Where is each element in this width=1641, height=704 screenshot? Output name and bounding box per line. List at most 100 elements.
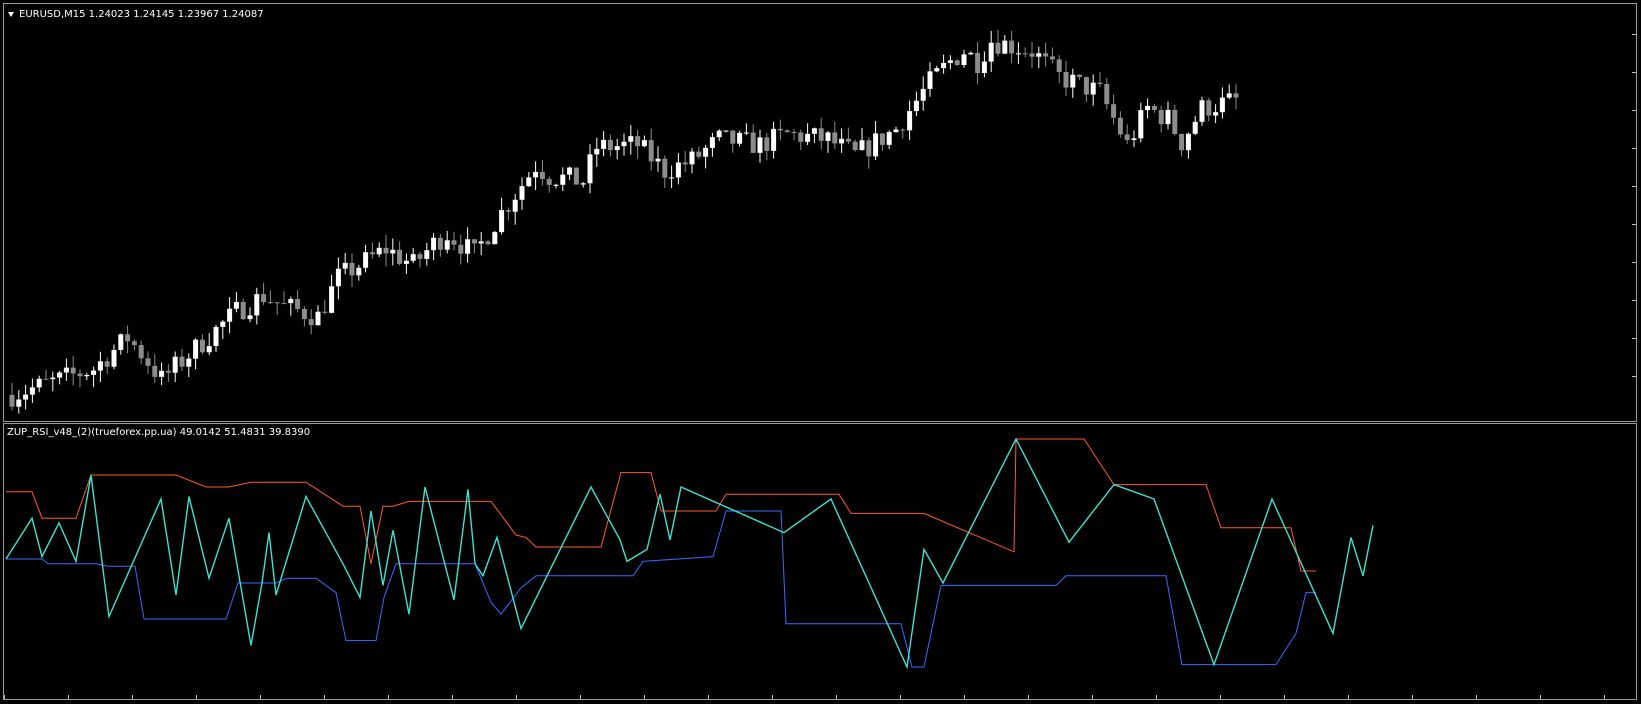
candle (607, 134, 613, 157)
time-tick (1156, 695, 1157, 699)
candle (553, 183, 559, 189)
candle (873, 120, 879, 161)
lower-line (6, 510, 1316, 668)
candle (594, 137, 600, 167)
candle (111, 344, 117, 370)
candle (777, 119, 783, 140)
candle (274, 302, 280, 315)
candle (703, 144, 709, 169)
candle (1117, 111, 1123, 138)
candle (757, 129, 763, 163)
candle (57, 370, 63, 385)
candle (893, 126, 899, 133)
candle (981, 51, 987, 78)
time-tick (1284, 695, 1285, 699)
candle (941, 54, 947, 74)
candle (397, 241, 403, 266)
candle (764, 133, 770, 161)
candle (329, 274, 335, 314)
price-tick (1632, 110, 1636, 111)
candle (635, 129, 641, 159)
candlestick-chart (9, 29, 1239, 414)
price-chart-panel[interactable]: EURUSD,M15 1.24023 1.24145 1.23967 1.240… (3, 3, 1637, 422)
candle (675, 153, 681, 185)
candle (179, 349, 185, 372)
candle (390, 238, 396, 266)
candle (104, 357, 110, 375)
candle (295, 290, 301, 313)
candle (805, 123, 811, 146)
price-tick (1632, 376, 1636, 377)
triangle-down-icon[interactable] (8, 11, 14, 17)
candle (410, 247, 416, 264)
candle (852, 139, 858, 152)
candle (1145, 98, 1151, 119)
candle (628, 125, 634, 155)
time-tick (644, 695, 645, 699)
candle (601, 131, 607, 157)
time-tick (1092, 695, 1093, 699)
time-tick (196, 695, 197, 699)
candle (961, 49, 967, 68)
candle (315, 305, 321, 326)
candle (866, 136, 872, 169)
candle (1158, 105, 1164, 133)
candle (1199, 96, 1205, 126)
time-tick (772, 695, 773, 699)
candle (1029, 41, 1035, 69)
time-tick (1220, 695, 1221, 699)
candle (451, 231, 457, 251)
candle (199, 334, 205, 355)
candle (131, 339, 137, 351)
candle (811, 127, 817, 143)
candle (97, 351, 103, 382)
candle (43, 369, 49, 380)
time-tick (68, 695, 69, 699)
candle (70, 355, 76, 386)
candle (1077, 74, 1083, 81)
candle (1213, 104, 1219, 124)
candle (492, 231, 498, 245)
candle (431, 233, 437, 261)
candle (1009, 30, 1015, 64)
candle (968, 51, 974, 56)
candle (36, 375, 42, 393)
candle (798, 129, 804, 150)
candle (29, 378, 35, 403)
time-tick (900, 695, 901, 699)
time-tick (4, 695, 5, 699)
candle (1090, 74, 1096, 106)
candle (471, 238, 477, 254)
candle (220, 319, 226, 339)
candle (859, 127, 865, 151)
candle (1219, 87, 1225, 119)
candle (546, 176, 552, 193)
candle (988, 30, 994, 72)
candle (505, 207, 511, 221)
price-tick (1632, 262, 1636, 263)
candle (1056, 55, 1062, 84)
candle (1124, 124, 1130, 144)
time-tick (260, 695, 261, 699)
candle (655, 146, 661, 172)
candle (947, 55, 953, 70)
candle (50, 371, 56, 392)
candle (1022, 47, 1028, 58)
candle (662, 155, 668, 189)
candle (709, 132, 715, 157)
time-tick (516, 695, 517, 699)
candle (900, 128, 906, 139)
candle (233, 292, 239, 313)
candle (91, 366, 97, 388)
candle (118, 333, 124, 355)
candle (737, 130, 743, 147)
candle (954, 59, 960, 67)
candle (1097, 72, 1103, 87)
time-tick (1028, 695, 1029, 699)
time-tick (1348, 695, 1349, 699)
candle (689, 148, 695, 174)
price-tick (1632, 72, 1636, 73)
candle (1111, 94, 1117, 125)
candle (587, 144, 593, 194)
indicator-panel[interactable]: ZUP_RSI_v48_(2)(trueforex.pp.ua) 49.0142… (3, 423, 1637, 700)
